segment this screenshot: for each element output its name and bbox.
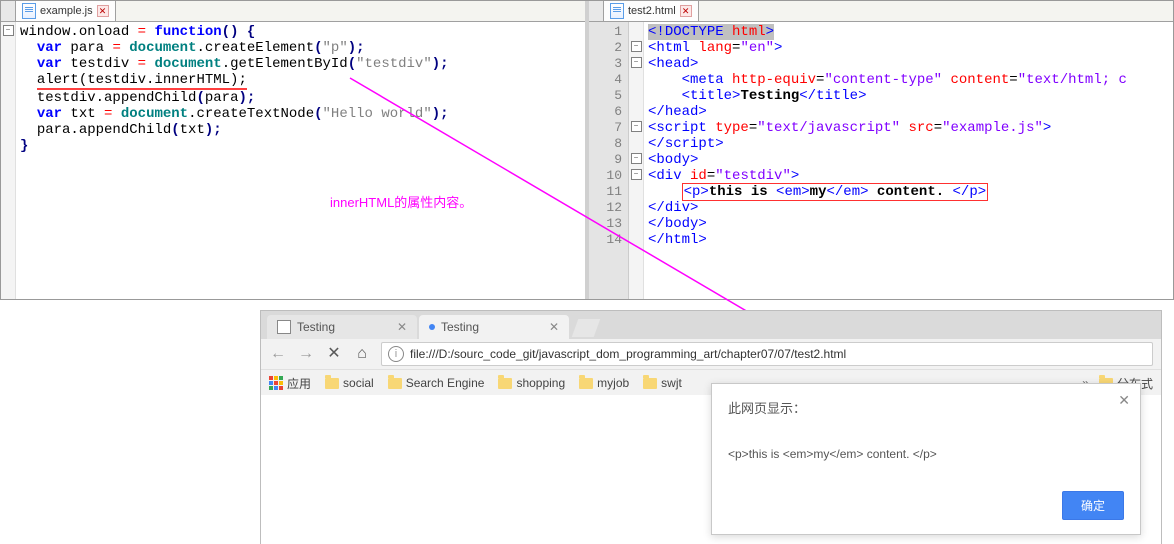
left-editor-pane: example.js ✕ − window.onload = function(…	[1, 1, 585, 299]
close-icon[interactable]: ✕	[680, 5, 692, 17]
apps-label: 应用	[287, 375, 311, 392]
tab-label: example.js	[40, 5, 93, 17]
tab-example-js[interactable]: example.js ✕	[16, 1, 116, 21]
dialog-actions: 确定	[728, 491, 1124, 520]
file-icon	[610, 3, 624, 19]
address-bar: ← → ✕ ⌂ i file:///D:/sourc_code_git/java…	[261, 339, 1161, 370]
dialog-close-icon[interactable]: ✕	[1118, 392, 1130, 409]
underlined-alert-line: alert(testdiv.innerHTML);	[37, 72, 247, 90]
url-text: file:///D:/sourc_code_git/javascript_dom…	[410, 347, 846, 361]
fold-minus-icon[interactable]: −	[631, 153, 642, 164]
js-code[interactable]: window.onload = function() { var para = …	[16, 22, 585, 299]
fold-minus-icon[interactable]: −	[631, 121, 642, 132]
loading-dot-icon	[429, 324, 435, 330]
close-icon[interactable]: ✕	[97, 5, 109, 17]
browser-tab-title: Testing	[441, 320, 543, 334]
tab-label: test2.html	[628, 5, 676, 17]
line-number-gutter: 1234567891011121314	[589, 22, 629, 299]
fold-minus-icon[interactable]: −	[631, 41, 642, 52]
browser-window: Testing ✕ Testing ✕ ← → ✕ ⌂ i file:///D:…	[260, 310, 1162, 544]
alert-dialog: ✕ 此网页显示： <p>this is <em>my</em> content.…	[711, 383, 1141, 535]
left-tabstrip: example.js ✕	[1, 1, 585, 22]
folder-icon	[325, 378, 339, 389]
editor-split: example.js ✕ − window.onload = function(…	[0, 0, 1174, 300]
new-tab-button[interactable]	[572, 319, 601, 337]
right-editor-pane: test2.html ✕ 1234567891011121314 − − − −…	[585, 1, 1173, 299]
home-icon[interactable]: ⌂	[353, 346, 371, 362]
url-input[interactable]: i file:///D:/sourc_code_git/javascript_d…	[381, 342, 1153, 366]
back-icon[interactable]: ←	[269, 346, 287, 362]
fold-minus-icon[interactable]: −	[631, 57, 642, 68]
apps-button[interactable]: 应用	[269, 375, 311, 392]
browser-tab-title: Testing	[297, 320, 391, 334]
info-icon[interactable]: i	[388, 346, 404, 362]
fold-column: −	[1, 22, 16, 299]
bookmark-folder[interactable]: Search Engine	[388, 376, 485, 390]
browser-tab-1[interactable]: Testing ✕	[267, 315, 417, 339]
file-icon	[22, 3, 36, 19]
fold-minus-icon[interactable]: −	[631, 169, 642, 180]
highlighted-html-line: <p>this is <em>my</em> content. </p>	[682, 183, 989, 201]
folder-icon	[579, 378, 593, 389]
browser-tab-2[interactable]: Testing ✕	[419, 315, 569, 339]
dialog-message: <p>this is <em>my</em> content. </p>	[728, 447, 1124, 461]
bookmark-folder[interactable]: shopping	[498, 376, 565, 390]
close-icon[interactable]: ✕	[549, 320, 559, 334]
html-code[interactable]: <!DOCTYPE html> <html lang="en"> <head> …	[644, 22, 1173, 299]
tab-gutter	[1, 1, 16, 21]
folder-icon	[498, 378, 512, 389]
forward-icon[interactable]: →	[297, 346, 315, 362]
bookmark-folder[interactable]: swjt	[643, 376, 682, 390]
right-tabstrip: test2.html ✕	[589, 1, 1173, 22]
apps-grid-icon	[269, 376, 283, 390]
browser-tabstrip: Testing ✕ Testing ✕	[261, 311, 1161, 339]
folder-icon	[388, 378, 402, 389]
fold-minus-icon[interactable]: −	[3, 25, 14, 36]
folder-icon	[643, 378, 657, 389]
tab-gutter	[589, 1, 604, 21]
bookmark-folder[interactable]: myjob	[579, 376, 629, 390]
dialog-title: 此网页显示：	[728, 398, 1124, 417]
right-editor[interactable]: 1234567891011121314 − − − − − <!DOCTYPE …	[589, 22, 1173, 299]
favicon-icon	[277, 320, 291, 334]
stop-icon[interactable]: ✕	[325, 346, 343, 362]
tab-test2-html[interactable]: test2.html ✕	[604, 1, 699, 21]
ok-button[interactable]: 确定	[1062, 491, 1124, 520]
close-icon[interactable]: ✕	[397, 320, 407, 334]
left-editor[interactable]: − window.onload = function() { var para …	[1, 22, 585, 299]
fold-column: − − − − −	[629, 22, 644, 299]
bookmark-folder[interactable]: social	[325, 376, 374, 390]
